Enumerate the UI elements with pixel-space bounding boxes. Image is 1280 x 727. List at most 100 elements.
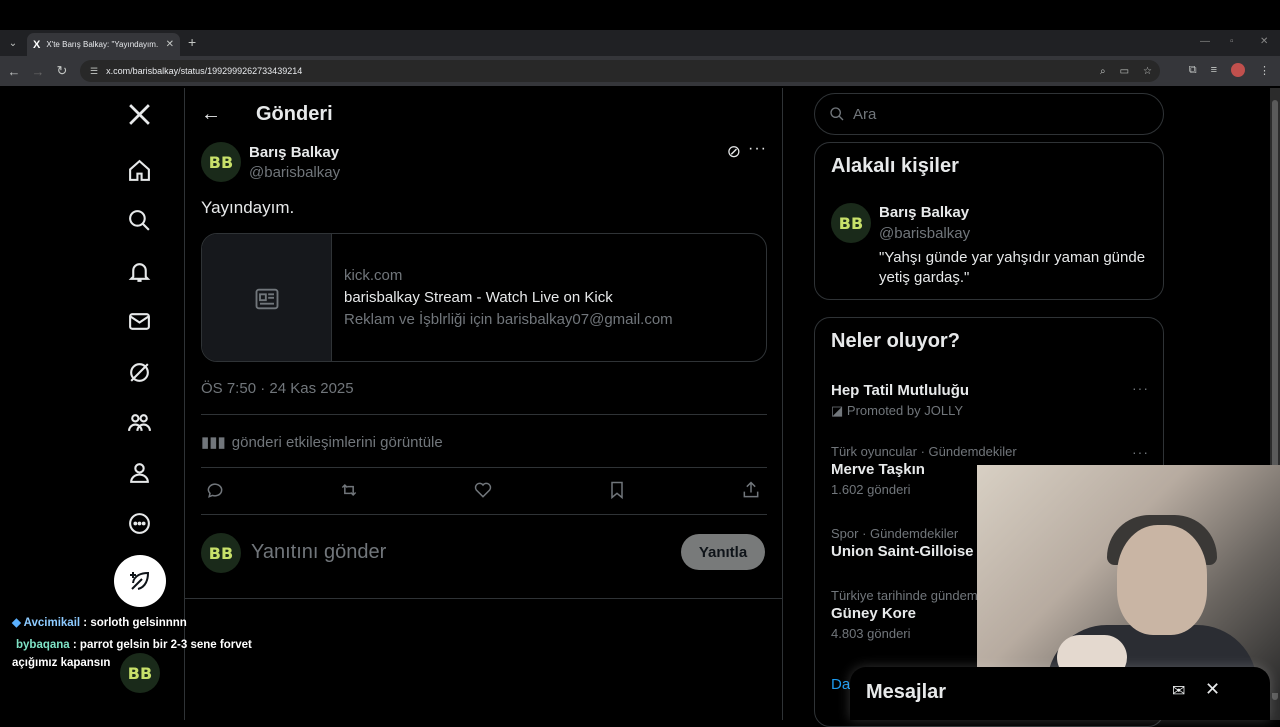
minimize-icon[interactable]: — bbox=[1200, 36, 1210, 47]
forward-icon[interactable]: → bbox=[26, 64, 50, 79]
link-card[interactable]: kick.com barisbalkay Stream - Watch Live… bbox=[201, 233, 767, 362]
browser-menu-icon[interactable]: ⋮ bbox=[1259, 64, 1270, 77]
trend-name: Hep Tatil Mutluluğu bbox=[831, 382, 970, 399]
stream-chat-line: ◆ Avcimikail : sorloth gelsinnnn bbox=[12, 614, 272, 632]
tweet-actions bbox=[201, 480, 767, 502]
panel-title: Neler oluyor? bbox=[831, 330, 960, 352]
profile-icon[interactable] bbox=[125, 458, 153, 486]
divider bbox=[201, 514, 767, 515]
person-face bbox=[1117, 525, 1207, 635]
divider bbox=[185, 598, 783, 599]
site-info-icon[interactable]: ☰ bbox=[90, 66, 98, 77]
chat-user: bybaqana bbox=[16, 639, 70, 651]
trend-meta: Türk oyuncular · Gündemdekiler bbox=[831, 444, 1017, 459]
reply-icon[interactable] bbox=[205, 480, 227, 502]
extensions-icon[interactable]: ⧉ bbox=[1189, 64, 1197, 77]
main-column: ← Gönderi BB Barış Balkay @barisbalkay ⊘… bbox=[185, 88, 783, 720]
explore-search-icon[interactable] bbox=[125, 206, 153, 234]
restore-icon[interactable]: ▫ bbox=[1230, 36, 1234, 47]
messages-title: Mesajlar bbox=[866, 681, 947, 703]
tab-bar: ⌄ X X'te Barış Balkay: "Yayındayım. h ✕ … bbox=[0, 30, 1280, 56]
bookmark-star-icon[interactable]: ☆ bbox=[1143, 66, 1152, 77]
card-title: barisbalkay Stream - Watch Live on Kick bbox=[344, 289, 613, 306]
author-name[interactable]: Barış Balkay bbox=[249, 144, 339, 161]
address-bar: ← → ↻ ☰ x.com/barisbalkay/status/1992999… bbox=[0, 56, 1280, 86]
home-icon[interactable] bbox=[125, 156, 153, 184]
new-tab-icon[interactable]: + bbox=[188, 34, 196, 50]
reload-icon[interactable]: ↻ bbox=[50, 63, 74, 79]
search-placeholder: Ara bbox=[853, 105, 877, 123]
url-field[interactable]: ☰ x.com/barisbalkay/status/1992999262733… bbox=[80, 60, 1160, 82]
tweet-timestamp[interactable]: ÖS 7:50 · 24 Kas 2025 bbox=[201, 380, 354, 397]
person-avatar[interactable]: BB bbox=[831, 203, 871, 243]
tweet-author: BB Barış Balkay @barisbalkay ⊘ ··· bbox=[201, 140, 767, 186]
search-icon bbox=[830, 107, 844, 121]
more-circle-icon[interactable] bbox=[125, 509, 153, 537]
reading-list-icon[interactable]: ≡ bbox=[1211, 64, 1217, 76]
profile-avatar[interactable] bbox=[1231, 63, 1245, 77]
card-domain: kick.com bbox=[344, 267, 403, 284]
author-handle[interactable]: @barisbalkay bbox=[249, 164, 340, 181]
grok-icon[interactable] bbox=[125, 358, 153, 386]
tweet-text: Yayındayım. bbox=[201, 198, 295, 217]
tab-title: X'te Barış Balkay: "Yayındayım. h bbox=[46, 40, 160, 49]
own-avatar[interactable]: BB bbox=[201, 533, 241, 573]
trend-more-icon[interactable]: ··· bbox=[1132, 444, 1149, 460]
trend-more-icon[interactable]: ··· bbox=[1132, 380, 1149, 396]
feather-plus-icon bbox=[130, 571, 150, 590]
communities-icon[interactable] bbox=[125, 408, 153, 436]
reply-button[interactable]: Yanıtla bbox=[681, 534, 765, 570]
person-handle[interactable]: @barisbalkay bbox=[879, 225, 970, 242]
new-message-icon[interactable]: ✉ bbox=[1172, 681, 1185, 701]
browser-tab[interactable]: X X'te Barış Balkay: "Yayındayım. h ✕ bbox=[27, 33, 180, 56]
engagement-label: gönderi etkileşimlerini görüntüle bbox=[231, 433, 443, 451]
chat-user: Avcimikail bbox=[23, 617, 81, 629]
reply-composer: BB Yanıtını gönder Yanıtla bbox=[201, 533, 767, 573]
collapse-chevron-icon[interactable]: ✕ bbox=[1205, 679, 1220, 700]
tab-search-icon[interactable]: ⌄ bbox=[0, 30, 26, 56]
tab-close-icon[interactable]: ✕ bbox=[166, 39, 174, 50]
url-text: x.com/barisbalkay/status/199299926273343… bbox=[106, 66, 303, 76]
promoted-label: ◪ Promoted by JOLLY bbox=[831, 403, 963, 418]
person-bio: "Yahşı günde yar yahşıdır yaman günde ye… bbox=[879, 249, 1146, 286]
article-icon bbox=[255, 288, 278, 309]
panel-title: Alakalı kişiler bbox=[831, 155, 959, 177]
reply-input[interactable]: Yanıtını gönder bbox=[251, 541, 386, 564]
zoom-icon[interactable]: ⌕ bbox=[1100, 66, 1106, 77]
view-engagements-link[interactable]: ▮▮▮ gönderi etkileşimlerini görüntüle bbox=[201, 433, 443, 452]
card-thumbnail bbox=[202, 234, 332, 361]
account-switcher-avatar[interactable]: BB bbox=[120, 653, 160, 693]
messages-drawer[interactable]: Mesajlar ✉ ✕ bbox=[850, 667, 1270, 720]
page-header: ← Gönderi bbox=[185, 88, 783, 140]
search-input[interactable]: Ara bbox=[814, 93, 1164, 135]
compose-post-button[interactable] bbox=[114, 555, 166, 607]
person-name[interactable]: Barış Balkay bbox=[879, 204, 969, 221]
messages-envelope-icon[interactable] bbox=[125, 307, 153, 335]
author-avatar[interactable]: BB bbox=[201, 142, 241, 182]
relevant-people-panel: Alakalı kişiler BB Barış Balkay @barisba… bbox=[814, 142, 1164, 300]
close-window-icon[interactable]: ✕ bbox=[1260, 36, 1268, 47]
notifications-bell-icon[interactable] bbox=[125, 257, 153, 285]
repost-icon[interactable] bbox=[339, 480, 361, 502]
more-options-icon[interactable]: ··· bbox=[748, 140, 767, 158]
webcam-overlay bbox=[977, 465, 1280, 693]
back-arrow-icon[interactable]: ← bbox=[201, 103, 241, 126]
cast-icon[interactable]: ▭ bbox=[1120, 66, 1129, 77]
x-logo-icon[interactable] bbox=[125, 100, 153, 128]
x-favicon-icon: X bbox=[33, 38, 41, 51]
chat-text: : sorloth gelsinnnn bbox=[83, 617, 187, 629]
grok-explain-icon[interactable]: ⊘ bbox=[727, 142, 741, 162]
divider bbox=[201, 414, 767, 415]
promoted-icon: ◪ bbox=[831, 403, 847, 418]
card-description: Reklam ve İşblrliği için barisbalkay07@g… bbox=[344, 311, 673, 328]
trend-item[interactable]: Hep Tatil Mutluluğu ◪ Promoted by JOLLY … bbox=[831, 380, 1149, 419]
chat-badge-icon: ◆ bbox=[12, 617, 24, 629]
share-icon[interactable] bbox=[741, 480, 763, 502]
page-title: Gönderi bbox=[256, 102, 333, 125]
screen-top-bar bbox=[0, 0, 1280, 30]
analytics-icon: ▮▮▮ bbox=[201, 434, 226, 451]
bookmark-icon[interactable] bbox=[607, 480, 629, 502]
back-icon[interactable]: ← bbox=[2, 64, 26, 79]
like-heart-icon[interactable] bbox=[473, 480, 495, 502]
show-more-link[interactable]: Da bbox=[831, 676, 850, 693]
